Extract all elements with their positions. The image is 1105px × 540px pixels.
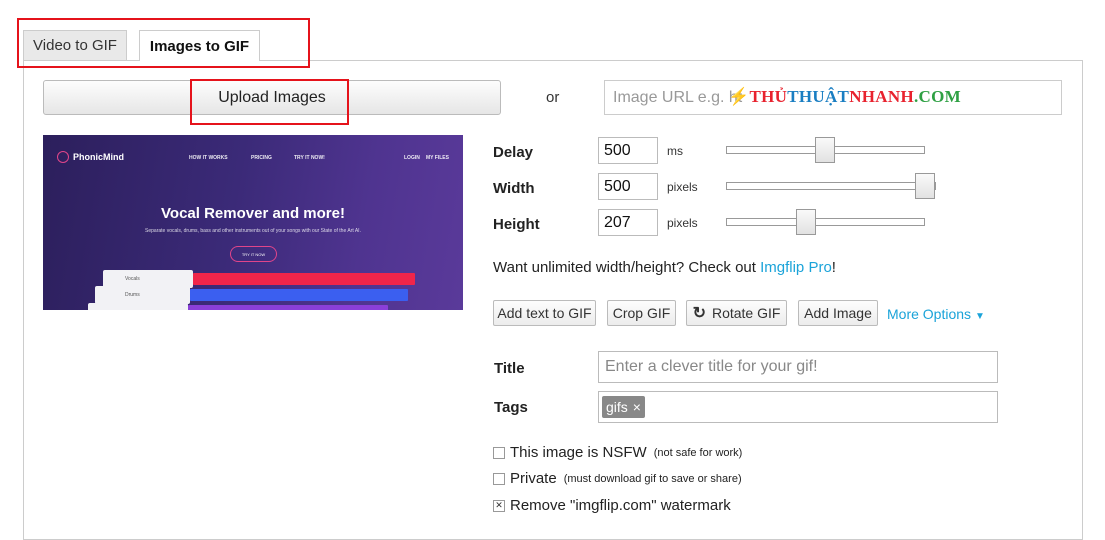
tag-chip: gifs ×	[602, 396, 645, 418]
private-note: (must download gif to save or share)	[563, 472, 742, 485]
promo-text: Want unlimited width/height? Check out I…	[493, 259, 836, 276]
height-unit: pixels	[667, 216, 698, 230]
remove-watermark-option[interactable]: ✕ Remove "imgflip.com" watermark	[493, 497, 731, 514]
tab-images-to-gif[interactable]: Images to GIF	[139, 30, 260, 61]
preview-headline: Vocal Remover and more!	[161, 205, 345, 222]
caret-down-icon: ▼	[974, 311, 985, 322]
width-label: Width	[493, 180, 535, 197]
promo-body: Want unlimited width/height? Check out	[493, 259, 761, 276]
more-options-label: More Options	[887, 306, 972, 322]
nsfw-checkbox[interactable]	[493, 446, 505, 459]
width-input[interactable]: 500	[598, 173, 658, 200]
preview-nav-2: PRICING	[251, 155, 272, 161]
add-image-button[interactable]: Add Image	[798, 300, 878, 326]
preview-cta: TRY IT NOW	[230, 246, 277, 262]
private-option[interactable]: Private (must download gif to save or sh…	[493, 470, 742, 487]
width-unit: pixels	[667, 180, 698, 194]
private-label: Private	[510, 470, 557, 487]
tags-input[interactable]: gifs ×	[598, 391, 998, 423]
watermark-overlay: ⚡THỦTHUẬTNHANH.COM	[728, 87, 961, 107]
wm-part3: NHANH	[849, 87, 914, 106]
nsfw-option[interactable]: This image is NSFW (not safe for work)	[493, 444, 742, 461]
remove-watermark-label: Remove "imgflip.com" watermark	[510, 497, 731, 514]
or-label: or	[546, 89, 560, 106]
preview-nav-1: HOW IT WORKS	[189, 155, 228, 161]
preview-wave-red	[193, 273, 415, 285]
more-options-link[interactable]: More Options ▼	[887, 306, 985, 322]
preview-track-1: Vocals	[125, 276, 140, 282]
preview-wave-purple	[188, 305, 388, 310]
wm-part4: .COM	[913, 87, 961, 106]
lightning-icon: ⚡	[728, 87, 750, 106]
height-input[interactable]: 207	[598, 209, 658, 236]
private-checkbox[interactable]	[493, 472, 505, 485]
preview-card-back	[88, 303, 188, 310]
rotate-gif-button[interactable]: ↻ Rotate GIF	[686, 300, 787, 326]
crop-gif-button[interactable]: Crop GIF	[607, 300, 676, 326]
delay-input[interactable]: 500	[598, 137, 658, 164]
title-placeholder: Enter a clever title for your gif!	[605, 358, 818, 375]
delay-unit: ms	[667, 144, 683, 158]
url-placeholder: Image URL e.g. ht	[613, 88, 743, 106]
rotate-gif-label: Rotate GIF	[711, 305, 781, 321]
preview-subline: Separate vocals, drums, bass and other i…	[145, 228, 361, 234]
preview-brand-text: PhonicMind	[73, 152, 124, 162]
preview-track-2: Drums	[125, 292, 140, 298]
delay-slider-thumb[interactable]	[815, 137, 835, 163]
width-slider[interactable]	[726, 182, 936, 190]
tags-label: Tags	[494, 399, 528, 416]
preview-card-2	[95, 286, 190, 304]
delay-label: Delay	[493, 144, 534, 161]
preview-brand: PhonicMind	[57, 151, 124, 163]
preview-wave-blue	[190, 289, 408, 301]
remove-watermark-checkbox[interactable]: ✕	[493, 499, 505, 512]
add-text-button[interactable]: Add text to GIF	[493, 300, 596, 326]
nsfw-label: This image is NSFW	[510, 444, 647, 461]
tag-chip-label: gifs	[606, 399, 628, 415]
title-label: Title	[494, 360, 525, 377]
preview-card-1	[103, 270, 193, 288]
brand-logo-icon	[57, 151, 69, 163]
tab-video-to-gif[interactable]: Video to GIF	[23, 30, 127, 60]
wm-part1: THỦ	[749, 87, 788, 106]
gif-preview-image: PhonicMind HOW IT WORKS PRICING TRY IT N…	[43, 135, 463, 310]
preview-nav-5: MY FILES	[426, 155, 449, 161]
width-slider-thumb[interactable]	[915, 173, 935, 199]
wm-part2: THUẬT	[787, 87, 850, 106]
promo-suffix: !	[831, 259, 836, 276]
preview-nav-4: LOGIN	[404, 155, 420, 161]
nsfw-note: (not safe for work)	[653, 446, 743, 459]
height-slider-thumb[interactable]	[796, 209, 816, 235]
title-input[interactable]: Enter a clever title for your gif!	[598, 351, 998, 383]
rotate-icon: ↻	[692, 305, 706, 322]
preview-nav-3: TRY IT NOW!	[294, 155, 325, 161]
remove-tag-icon[interactable]: ×	[633, 399, 641, 415]
height-slider[interactable]	[726, 218, 925, 226]
imgflip-pro-link[interactable]: Imgflip Pro	[760, 259, 832, 276]
upload-images-button[interactable]: Upload Images	[43, 80, 501, 115]
height-label: Height	[493, 216, 540, 233]
